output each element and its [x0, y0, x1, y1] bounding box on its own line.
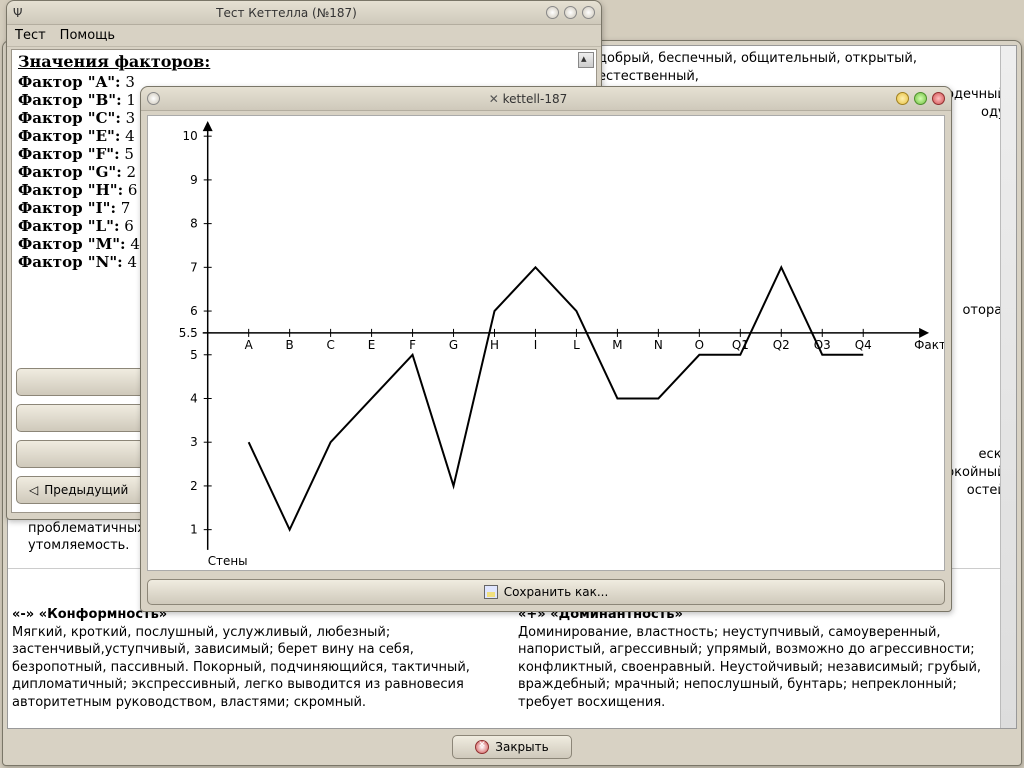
window-menu-icon[interactable]	[147, 92, 160, 105]
blank-button-2[interactable]	[16, 404, 156, 432]
svg-text:6: 6	[190, 304, 198, 318]
speaker-icon: ◁	[29, 483, 38, 497]
svg-text:G: G	[449, 338, 458, 352]
scroll-up-button[interactable]	[578, 52, 594, 68]
svg-text:1: 1	[190, 523, 198, 537]
svg-text:Q4: Q4	[855, 338, 872, 352]
chart-title: kettell-187	[503, 92, 568, 106]
svg-text:Стены: Стены	[208, 554, 248, 568]
results-title: Тест Кеттелла (№187)	[27, 6, 546, 20]
svg-text:3: 3	[190, 435, 198, 449]
menu-help[interactable]: Помощь	[60, 28, 115, 43]
close-button[interactable]: Закрыть	[452, 735, 572, 759]
svg-text:E: E	[368, 338, 376, 352]
svg-text:H: H	[490, 338, 499, 352]
svg-text:N: N	[654, 338, 663, 352]
svg-text:8: 8	[190, 217, 198, 231]
maximize-icon[interactable]	[914, 92, 927, 105]
results-menubar: Тест Помощь	[7, 25, 601, 47]
close-window-icon[interactable]	[932, 92, 945, 105]
svg-text:B: B	[286, 338, 294, 352]
svg-text:A: A	[245, 338, 254, 352]
blank-button-3[interactable]	[16, 440, 156, 468]
save-as-button[interactable]: Сохранить как...	[147, 579, 945, 605]
prev-button-label: Предыдущий	[44, 483, 128, 497]
svg-text:4: 4	[190, 391, 198, 405]
minimize-icon[interactable]	[546, 6, 559, 19]
text-fragment: добрый, беспечный, общительный, открытый…	[598, 50, 1016, 85]
maximize-icon[interactable]	[564, 6, 577, 19]
column-body-right: Доминирование, властность; неуступчивый,…	[518, 625, 981, 710]
svg-text:I: I	[534, 338, 538, 352]
scrollbar[interactable]	[1000, 46, 1016, 728]
svg-text:2: 2	[190, 479, 198, 493]
svg-text:5: 5	[190, 348, 198, 362]
svg-text:7: 7	[190, 260, 198, 274]
svg-text:O: O	[695, 338, 704, 352]
chart-titlebar[interactable]: ✕ kettell-187	[141, 87, 951, 111]
menu-test[interactable]: Тест	[15, 28, 46, 43]
svg-text:L: L	[573, 338, 580, 352]
blank-button-1[interactable]	[16, 368, 156, 396]
chart-window: ✕ kettell-187 1 2 3 4 5 5.5 6 7 8 9 10 A B C E F G H I L M N O…	[140, 86, 952, 612]
svg-text:5.5: 5.5	[179, 326, 198, 340]
close-window-icon[interactable]	[582, 6, 595, 19]
save-icon	[484, 585, 498, 599]
svg-text:F: F	[409, 338, 416, 352]
close-button-label: Закрыть	[495, 740, 548, 754]
svg-text:9: 9	[190, 173, 198, 187]
prev-button[interactable]: ◁ Предыдущий	[16, 476, 156, 504]
svg-text:10: 10	[183, 129, 198, 143]
factors-heading: Значения факторов:	[18, 52, 590, 71]
chart-canvas: 123455.5678910ABCEFGHILMNOQ1Q2Q3Q4Фактор…	[147, 115, 945, 571]
results-titlebar[interactable]: Ψ Тест Кеттелла (№187)	[7, 1, 601, 25]
save-as-label: Сохранить как...	[504, 585, 609, 599]
svg-text:M: M	[612, 338, 622, 352]
svg-text:Q2: Q2	[773, 338, 790, 352]
svg-text:Фактор: Фактор	[914, 338, 944, 352]
svg-text:C: C	[326, 338, 334, 352]
close-icon	[475, 740, 489, 754]
column-body-left: Мягкий, кроткий, послушный, услужливый, …	[12, 625, 470, 710]
minimize-icon[interactable]	[896, 92, 909, 105]
